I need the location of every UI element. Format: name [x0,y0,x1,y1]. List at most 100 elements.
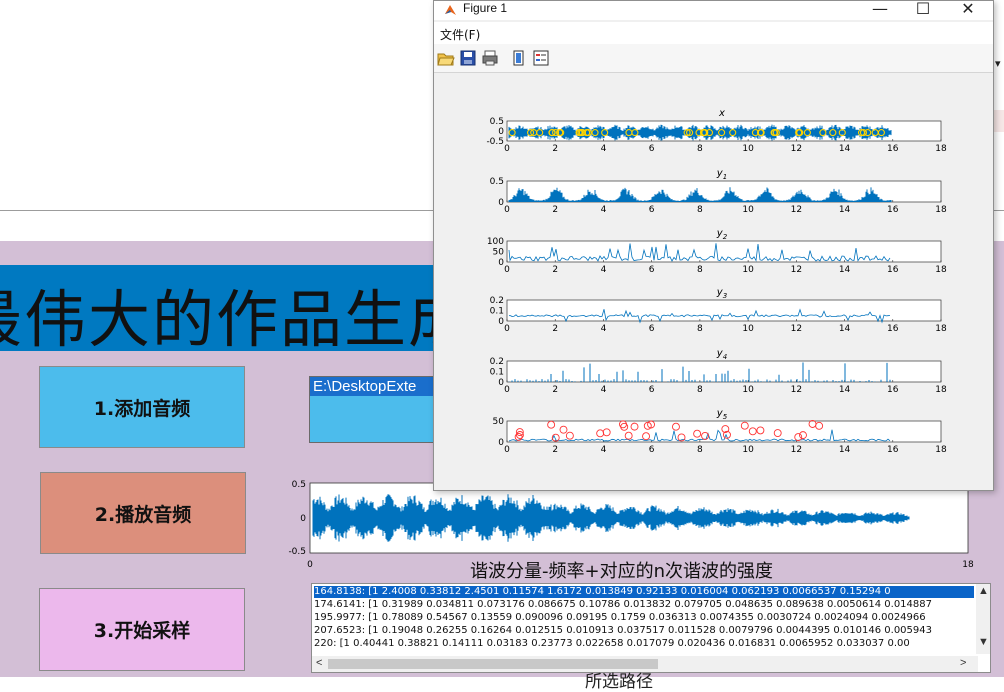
y-tick-label: 0.1 [490,368,504,378]
x-tick-label: 16 [887,445,899,455]
subplot-x: x0.50-0.50 2 4 6 8 10 12 14 16 18 [486,108,947,154]
minimize-icon[interactable]: — [860,0,900,18]
x-tick-label: 8 [697,144,703,154]
x-tick-label: 18 [935,265,947,275]
wave-ytick: 0.5 [292,480,306,490]
colorbar-icon[interactable] [510,49,528,67]
x-tick-label: 2 [552,205,558,215]
subplot-y3: y30.20.100 2 4 6 8 10 12 14 16 18 [490,287,947,334]
x-tick-label: 8 [697,205,703,215]
scroll-right-icon[interactable]: > [960,657,966,669]
x-tick-label: 10 [742,205,754,215]
x-tick-label: 10 [742,385,754,395]
subplot-title: y3 [716,287,727,300]
open-folder-icon[interactable] [437,49,455,67]
x-tick-label: 12 [791,205,802,215]
figure-menubar: 文件(F) [434,22,993,44]
x-tick-label: 14 [839,265,851,275]
x-tick-label: 16 [887,385,899,395]
wave-ytick: 0 [300,514,306,524]
x-tick-label: 4 [601,265,607,275]
list-item[interactable]: 220: [1 0.40441 0.38821 0.14111 0.03183 … [314,638,974,650]
x-tick-label: 12 [791,265,802,275]
y-tick-label: -0.5 [486,137,504,147]
x-tick-label: 12 [791,445,802,455]
file-path-listbox[interactable]: E:\DesktopExte [309,376,439,443]
selected-path-label: 所选路径 [585,672,653,692]
title-banner: 最伟大的作品生成器 [0,265,470,351]
table-title: 谐波分量-频率+对应的n次谐波的强度 [470,561,773,582]
harmonic-listbox[interactable]: 164.8138: [1 2.4008 0.33812 2.4501 0.115… [311,583,991,673]
x-tick-label: 0 [504,385,510,395]
subplot-title: y2 [716,228,728,241]
subplot-y2: y21005000 2 4 6 8 10 12 14 16 18 [487,228,947,275]
x-tick-label: 4 [601,324,607,334]
x-tick-label: 12 [791,324,802,334]
y-tick-label: 0.1 [490,307,504,317]
x-tick-label: 4 [601,205,607,215]
list-item[interactable]: 164.8138: [1 2.4008 0.33812 2.4501 0.115… [314,586,974,598]
y-tick-label: 50 [493,248,505,258]
x-tick-label: 2 [552,385,558,395]
y-tick-label: 0.2 [490,296,504,306]
wave-ytick: -0.5 [288,547,306,557]
x-tick-label: 16 [887,324,899,334]
scroll-left-icon[interactable]: < [316,657,322,669]
y-tick-label: 0.5 [490,177,504,187]
list-item[interactable]: 174.6141: [1 0.31989 0.034811 0.073176 0… [314,599,974,611]
save-icon[interactable] [459,49,477,67]
x-tick-label: 0 [504,265,510,275]
y-tick-label: 100 [487,237,504,247]
x-tick-label: 12 [791,144,802,154]
x-tick-label: 8 [697,265,703,275]
x-tick-label: 18 [935,205,947,215]
legend-icon[interactable] [532,49,550,67]
figure-window[interactable]: Figure 1 — ☐ ✕ 文件(F) x 0.5 0 -0.5 0 2 4 … [433,0,994,491]
print-icon[interactable] [481,49,499,67]
x-tick-label: 2 [552,324,558,334]
sample-button[interactable]: 3.开始采样 [39,588,245,671]
maximize-icon[interactable]: ☐ [903,0,943,18]
file-path-item[interactable]: E:\DesktopExte [310,377,438,396]
y-tick-label: 0 [498,127,504,137]
side-strip [994,110,1004,132]
x-tick-label: 8 [697,445,703,455]
vertical-scrollbar[interactable]: ▲ ▼ [976,584,990,654]
app-title: 最伟大的作品生成器 [0,283,470,351]
dropdown-arrow-icon[interactable]: ▾ [995,57,1001,70]
x-tick-label: 18 [935,144,947,154]
x-tick-label: 4 [601,445,607,455]
subplot-title: y5 [716,408,728,421]
matlab-icon [445,5,456,15]
y-tick-label: 50 [493,417,505,427]
figure-canvas: x 0.5 0 -0.5 0 2 4 6 8 10 12 14 16 18 y1 0.5 0 0 2 4 6 8 10 12 1… [434,73,993,490]
menu-file[interactable]: 文件(F) [440,26,480,43]
x-tick-label: 6 [649,324,655,334]
x-tick-label: 6 [649,265,655,275]
list-item[interactable]: 207.6523: [1 0.19048 0.26255 0.16264 0.0… [314,625,974,637]
x-tick-label: 16 [887,144,899,154]
add-audio-button[interactable]: 1.添加音频 [39,366,245,448]
close-icon[interactable]: ✕ [948,0,988,18]
scroll-up-icon[interactable]: ▲ [978,585,989,597]
scroll-down-icon[interactable]: ▼ [978,636,989,648]
wave-xtick: 0 [307,560,313,570]
x-tick-label: 2 [552,265,558,275]
x-tick-label: 14 [839,324,851,334]
x-tick-label: 6 [649,445,655,455]
x-tick-label: 0 [504,445,510,455]
figure-toolbar [434,44,993,73]
wave-xtick: 18 [962,560,974,570]
x-tick-label: 16 [887,265,899,275]
x-tick-label: 0 [504,324,510,334]
list-item[interactable]: 195.9977: [1 0.78089 0.54567 0.13559 0.0… [314,612,974,624]
subplot-title: y1 [716,168,727,181]
x-tick-label: 4 [601,144,607,154]
x-tick-label: 4 [601,385,607,395]
x-tick-label: 6 [649,385,655,395]
x-tick-label: 14 [839,385,851,395]
figure-titlebar[interactable]: Figure 1 — ☐ ✕ [434,0,993,20]
x-tick-label: 16 [887,205,899,215]
play-audio-button[interactable]: 2.播放音频 [40,472,246,554]
x-tick-label: 10 [742,265,754,275]
